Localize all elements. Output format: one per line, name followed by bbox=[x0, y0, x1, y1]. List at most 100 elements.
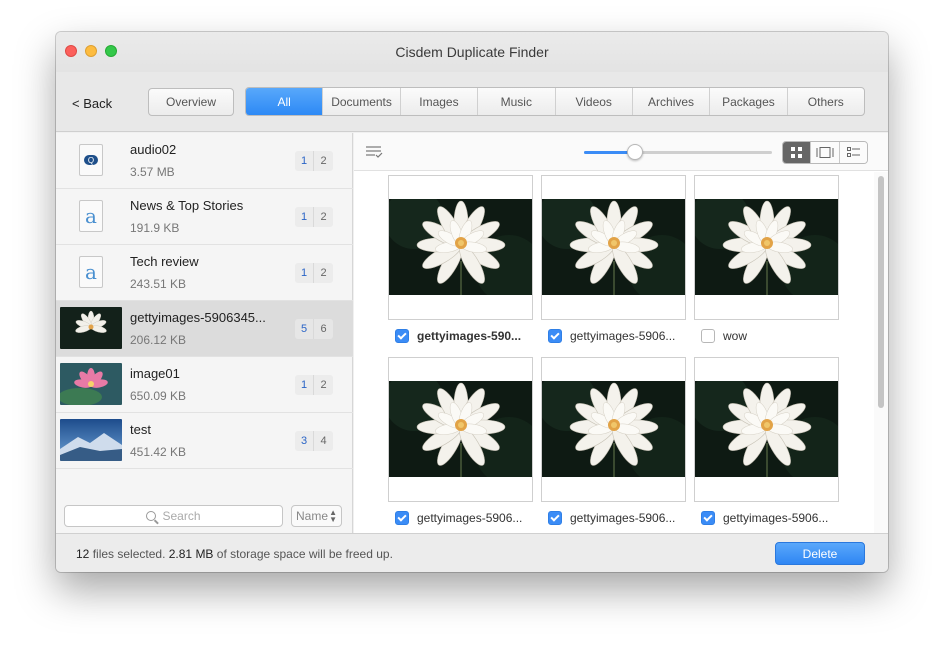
tab-videos[interactable]: Videos bbox=[554, 88, 632, 115]
card-caption: wow bbox=[701, 329, 841, 343]
select-checkbox[interactable] bbox=[701, 511, 715, 525]
tab-music[interactable]: Music bbox=[477, 88, 554, 115]
selected-count: 12 bbox=[76, 547, 90, 561]
card-label: gettyimages-5906... bbox=[570, 329, 676, 343]
count-selected: 1 bbox=[295, 151, 314, 171]
file-name: News & Top Stories bbox=[130, 198, 244, 213]
file-name: image01 bbox=[130, 366, 180, 381]
scroll-thumb[interactable] bbox=[878, 176, 884, 408]
duplicate-count-badge: 1 2 bbox=[295, 263, 333, 283]
count-selected: 1 bbox=[295, 375, 314, 395]
lotus-image bbox=[542, 381, 685, 477]
duplicate-grid: gettyimages-590... gettyimages-5906... w… bbox=[354, 172, 874, 533]
list-view-button[interactable] bbox=[838, 142, 867, 163]
search-icon bbox=[146, 511, 157, 521]
tab-archives[interactable]: Archives bbox=[631, 88, 709, 115]
image-preview[interactable] bbox=[694, 175, 839, 320]
card-caption: gettyimages-590... bbox=[395, 329, 535, 343]
grid-card[interactable]: wow bbox=[694, 175, 839, 343]
overview-button[interactable]: Overview bbox=[148, 88, 234, 116]
filmstrip-view-button[interactable] bbox=[810, 142, 839, 163]
title-bar: Cisdem Duplicate Finder bbox=[56, 32, 888, 72]
count-selected: 1 bbox=[295, 263, 314, 283]
slider-knob[interactable] bbox=[626, 144, 643, 160]
card-caption: gettyimages-5906... bbox=[701, 511, 841, 525]
app-window: Cisdem Duplicate Finder < Back Overview … bbox=[56, 32, 888, 572]
tab-packages[interactable]: Packages bbox=[709, 88, 786, 115]
file-name: audio02 bbox=[130, 142, 177, 157]
file-row-gettyimages[interactable]: gettyimages-5906345... 206.12 KB 5 6 bbox=[56, 301, 353, 357]
image-preview[interactable] bbox=[388, 175, 533, 320]
window-title: Cisdem Duplicate Finder bbox=[395, 44, 549, 60]
grid-view-button[interactable] bbox=[783, 142, 811, 163]
tab-all[interactable]: All bbox=[246, 88, 323, 115]
file-name: Tech review bbox=[130, 254, 199, 269]
grid-card[interactable]: gettyimages-5906... bbox=[541, 357, 686, 525]
file-row-news[interactable]: a News & Top Stories 191.9 KB 1 2 bbox=[56, 189, 353, 245]
lotus-image bbox=[695, 199, 838, 295]
count-selected: 3 bbox=[295, 431, 314, 451]
file-row-test[interactable]: test 451.42 KB 3 4 bbox=[56, 413, 353, 469]
select-checkbox[interactable] bbox=[395, 511, 409, 525]
search-input[interactable]: Search bbox=[64, 505, 283, 527]
filmstrip-view-icon bbox=[816, 147, 834, 158]
card-label: gettyimages-5906... bbox=[570, 511, 676, 525]
grid-card[interactable]: gettyimages-5906... bbox=[388, 357, 533, 525]
category-tabs: All Documents Images Music Videos Archiv… bbox=[245, 87, 865, 116]
select-options-icon[interactable] bbox=[366, 145, 383, 159]
card-label: gettyimages-590... bbox=[417, 329, 522, 343]
image-preview[interactable] bbox=[694, 357, 839, 502]
file-row-tech-review[interactable]: a Tech review 243.51 KB 1 2 bbox=[56, 245, 353, 301]
text-doc-icon: a bbox=[60, 195, 122, 237]
file-name: gettyimages-5906345... bbox=[130, 310, 266, 325]
tab-images[interactable]: Images bbox=[399, 88, 477, 115]
tab-documents[interactable]: Documents bbox=[322, 88, 399, 115]
count-total: 2 bbox=[314, 207, 333, 227]
card-caption: gettyimages-5906... bbox=[548, 329, 688, 343]
preview-toolbar bbox=[354, 133, 888, 171]
grid-card[interactable]: gettyimages-5906... bbox=[694, 357, 839, 525]
select-checkbox[interactable] bbox=[395, 329, 409, 343]
back-button[interactable]: < Back bbox=[72, 96, 112, 111]
mountain-thumbnail bbox=[60, 419, 122, 461]
file-size: 243.51 KB bbox=[130, 277, 187, 291]
file-row-audio02[interactable]: Q audio02 3.57 MB 1 2 bbox=[56, 133, 353, 189]
tab-others[interactable]: Others bbox=[786, 88, 864, 115]
count-total: 2 bbox=[314, 263, 333, 283]
image-preview[interactable] bbox=[541, 175, 686, 320]
grid-view-icon bbox=[791, 147, 803, 158]
select-checkbox[interactable] bbox=[701, 329, 715, 343]
thumbnail-size-slider[interactable] bbox=[584, 144, 772, 160]
lotus-image bbox=[389, 381, 532, 477]
status-bar: 12 files selected. 2.81 MB of storage sp… bbox=[56, 533, 888, 572]
freed-space: 2.81 MB bbox=[168, 547, 214, 561]
lotus-image bbox=[695, 381, 838, 477]
grid-card[interactable]: gettyimages-5906... bbox=[541, 175, 686, 343]
duplicate-count-badge: 1 2 bbox=[295, 151, 333, 171]
file-size: 191.9 KB bbox=[130, 221, 180, 235]
selected-text: files selected. bbox=[92, 547, 166, 561]
duplicate-count-badge: 1 2 bbox=[295, 207, 333, 227]
select-checkbox[interactable] bbox=[548, 511, 562, 525]
preview-pane: gettyimages-590... gettyimages-5906... w… bbox=[354, 133, 888, 533]
card-label: wow bbox=[723, 329, 748, 343]
text-doc-icon: a bbox=[60, 251, 122, 293]
count-total: 6 bbox=[314, 319, 333, 339]
select-checkbox[interactable] bbox=[548, 329, 562, 343]
file-row-image01[interactable]: image01 650.09 KB 1 2 bbox=[56, 357, 353, 413]
file-size: 3.57 MB bbox=[130, 165, 175, 179]
status-summary: 12 files selected. 2.81 MB of storage sp… bbox=[76, 547, 393, 561]
image-preview[interactable] bbox=[388, 357, 533, 502]
count-total: 4 bbox=[314, 431, 333, 451]
card-caption: gettyimages-5906... bbox=[548, 511, 688, 525]
duplicate-count-badge: 3 4 bbox=[295, 431, 333, 451]
file-size: 650.09 KB bbox=[130, 389, 187, 403]
grid-card[interactable]: gettyimages-590... bbox=[388, 175, 533, 343]
image-preview[interactable] bbox=[541, 357, 686, 502]
card-label: gettyimages-5906... bbox=[723, 511, 829, 525]
file-size: 451.42 KB bbox=[130, 445, 187, 459]
grid-scrollbar[interactable] bbox=[874, 172, 888, 533]
duplicate-count-badge: 1 2 bbox=[295, 375, 333, 395]
sort-select[interactable]: Name ▲ ▼ bbox=[291, 505, 342, 527]
delete-button[interactable]: Delete bbox=[775, 542, 865, 565]
